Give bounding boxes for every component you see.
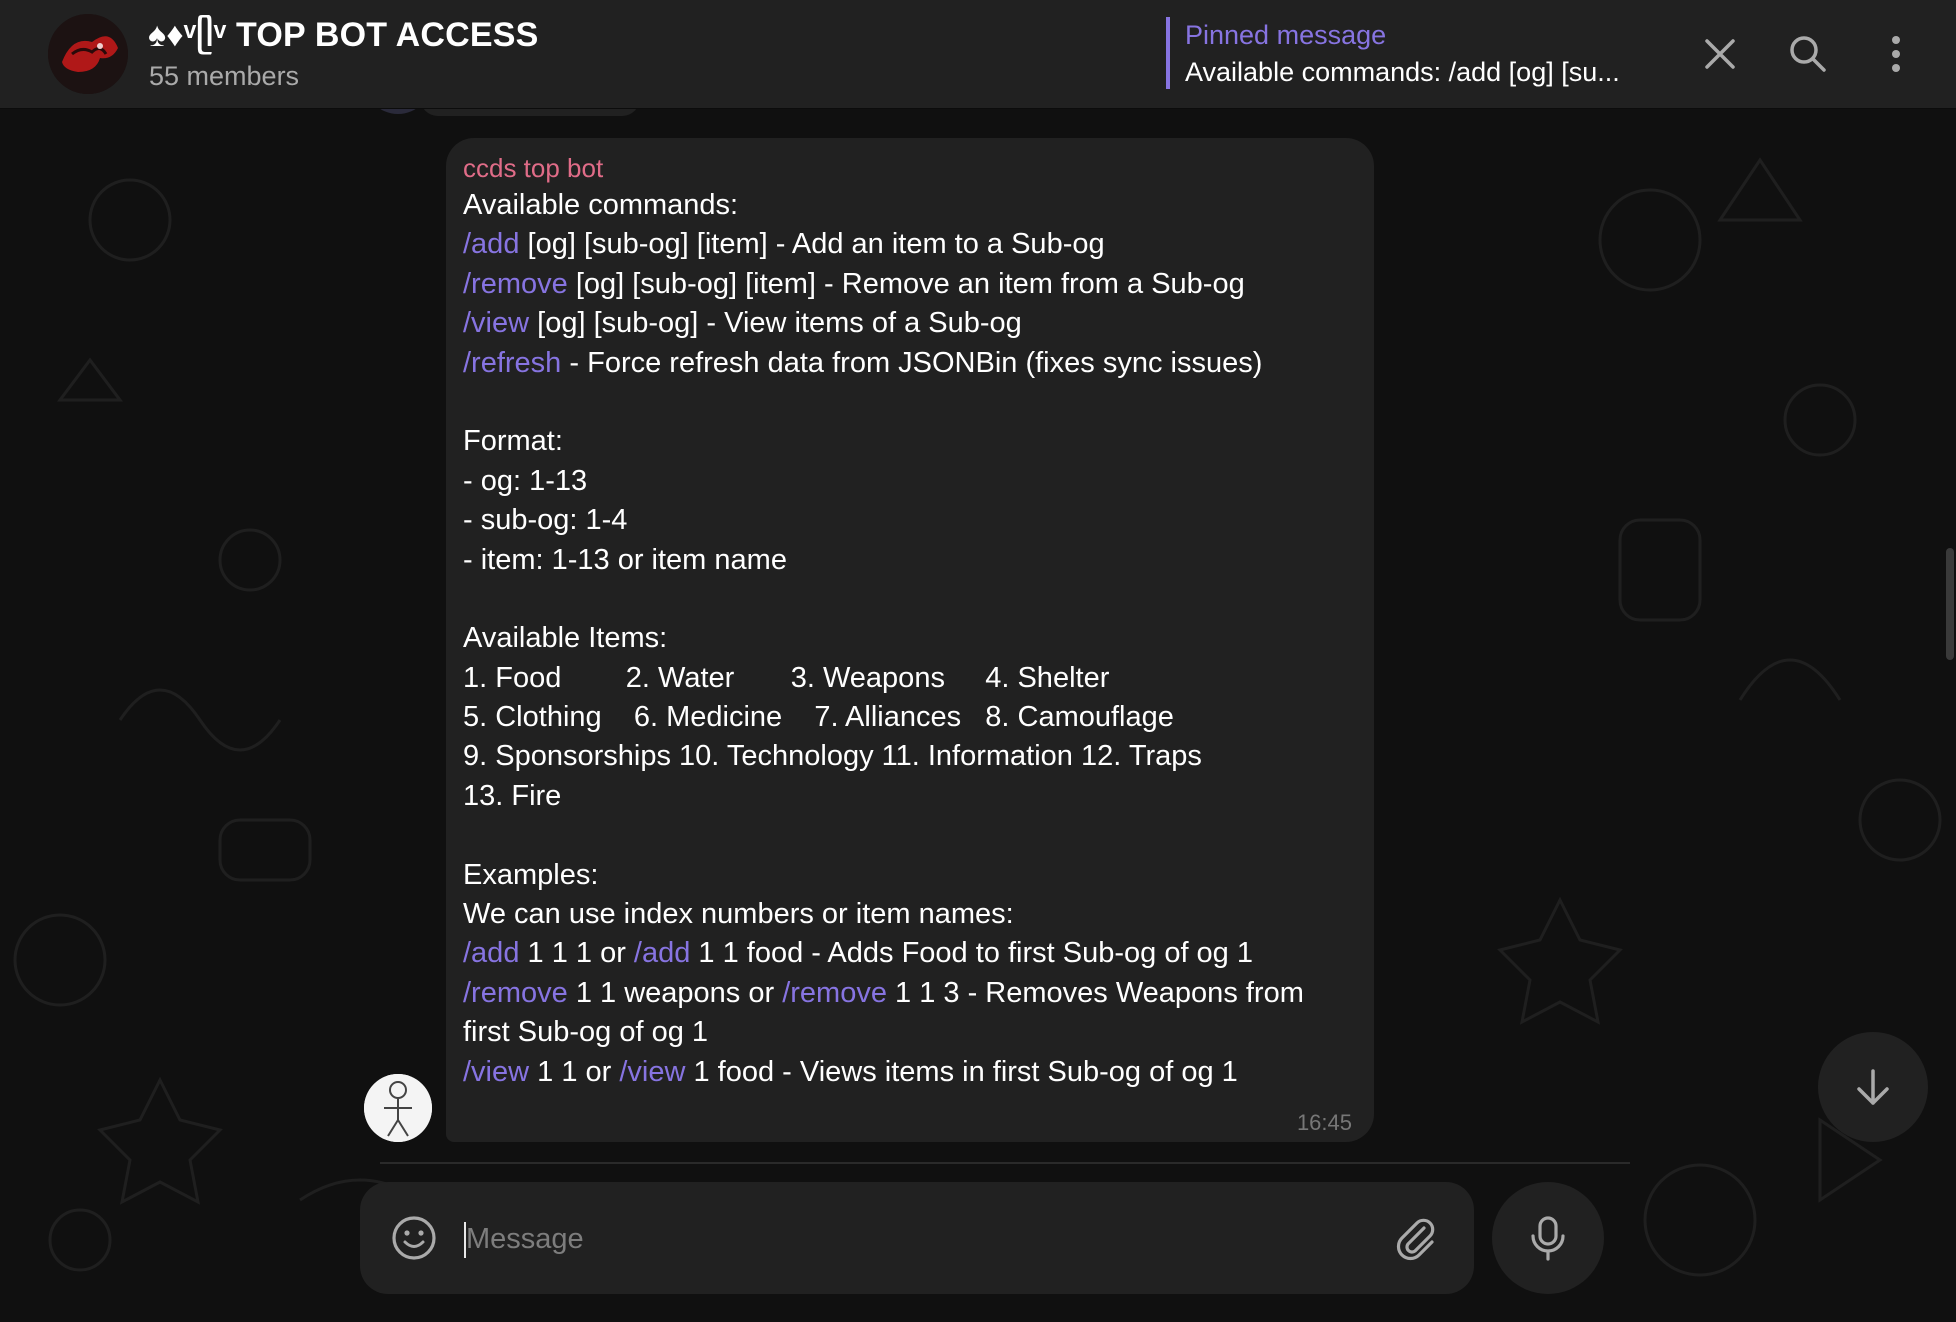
more-options-button[interactable] [1870, 28, 1922, 80]
message-line: 5. Clothing 6. Medicine 7. Alliances 8. … [463, 698, 1358, 737]
message-text-segment: 1. Food 2. Water 3. Weapons 4. Shelter [463, 661, 1110, 694]
group-avatar[interactable] [48, 14, 128, 94]
pinned-text: Available commands: /add [og] [su... [1185, 57, 1620, 87]
voice-record-button[interactable] [1492, 1182, 1604, 1294]
message-text-segment: 1 1 3 - Removes Weapons from [886, 976, 1304, 1009]
search-icon [1790, 36, 1826, 72]
message-text-segment: 9. Sponsorships 10. Technology 11. Infor… [463, 740, 1202, 773]
separator [380, 1162, 1630, 1164]
message-input[interactable] [464, 1210, 1328, 1268]
bot-command-link[interactable]: /view [619, 1056, 685, 1088]
message-text-segment: [og] [sub-og] [item] - Add an item to a … [519, 228, 1105, 261]
bot-command-link[interactable]: /refresh [463, 347, 561, 379]
bot-command-link[interactable]: /view [463, 1056, 529, 1088]
attach-button[interactable] [1390, 1212, 1442, 1264]
message-text-segment: 5. Clothing 6. Medicine 7. Alliances 8. … [463, 701, 1174, 734]
message-bubble[interactable]: ccds top bot Available commands: /add [og… [446, 138, 1374, 1142]
message-line: - sub-og: 1-4 [463, 501, 1358, 540]
message-line: 13. Fire [463, 777, 1358, 816]
message-line [463, 383, 1358, 422]
more-vertical-icon [1892, 36, 1900, 72]
message-line: /remove 1 1 weapons or /remove 1 1 3 - R… [463, 974, 1358, 1013]
search-button[interactable] [1782, 28, 1834, 80]
message-line: - og: 1-13 [463, 462, 1358, 501]
message-text-segment: 1 1 weapons or [567, 976, 783, 1009]
message-line: Examples: [463, 856, 1358, 895]
message-line: Available commands: [463, 186, 1358, 225]
pinned-message[interactable]: Pinned message Available commands: /add … [1166, 17, 1685, 89]
pinned-label: Pinned message [1185, 20, 1387, 50]
message-line: /view [og] [sub-og] - View items of a Su… [463, 304, 1358, 343]
message-text-segment: - Force refresh data from JSONBin (fixes… [561, 346, 1263, 379]
message-text-segment: 1 1 1 or [519, 937, 634, 970]
scroll-to-bottom-button[interactable] [1818, 1032, 1928, 1142]
text-caret [464, 1222, 466, 1258]
message-text-segment: - og: 1-13 [463, 464, 588, 497]
scrollbar[interactable] [1946, 548, 1954, 660]
message-time: 16:45 [1296, 1110, 1352, 1135]
message-text-segment: Available Items: [463, 622, 668, 655]
message-line: Available Items: [463, 619, 1358, 658]
message-text: Available commands: /add [og] [sub-og] [i… [463, 186, 1358, 1092]
bot-command-link[interactable]: /add [463, 228, 519, 260]
message-line: - item: 1-13 or item name [463, 541, 1358, 580]
message-line: 9. Sponsorships 10. Technology 11. Infor… [463, 737, 1358, 776]
message-line: /add 1 1 1 or /add 1 1 food - Adds Food … [463, 934, 1358, 973]
message-line: 1. Food 2. Water 3. Weapons 4. Shelter [463, 659, 1358, 698]
sender-name[interactable]: ccds top bot [463, 152, 1358, 184]
message-line [463, 580, 1358, 619]
message-composer [360, 1182, 1474, 1294]
bot-command-link[interactable]: /remove [782, 977, 887, 1009]
message-text-segment: 1 1 or [529, 1055, 620, 1088]
message-line: /remove [og] [sub-og] [item] - Remove an… [463, 265, 1358, 304]
sender-avatar[interactable] [364, 1074, 432, 1142]
message-line: first Sub-og of og 1 [463, 1013, 1358, 1052]
bot-command-link[interactable]: /remove [463, 977, 568, 1009]
chat-header: ♠♦ᵛᥫᵛ TOP BOT ACCESS 55 members Pinned m… [0, 0, 1956, 109]
bot-command-link[interactable]: /add [634, 937, 690, 969]
message-text-segment: 1 1 food - Adds Food to first Sub-og of … [690, 937, 1254, 970]
message-text-segment: [og] [sub-og] - View items of a Sub-og [529, 307, 1022, 340]
message-text-segment: - sub-og: 1-4 [463, 504, 628, 537]
message-line: /add [og] [sub-og] [item] - Add an item … [463, 225, 1358, 264]
message-text-segment: - item: 1-13 or item name [463, 543, 787, 576]
bot-command-link[interactable]: /add [463, 937, 519, 969]
member-count: 55 members [149, 61, 300, 91]
message-text-segment: Examples: [463, 858, 599, 891]
bot-command-link[interactable]: /view [463, 307, 529, 339]
message-line: We can use index numbers or item names: [463, 895, 1358, 934]
close-pinned-button[interactable] [1694, 28, 1746, 80]
message-line [463, 816, 1358, 855]
message-text-segment: Available commands: [463, 189, 739, 221]
bot-command-link[interactable]: /remove [463, 268, 568, 300]
message-line: /refresh - Force refresh data from JSONB… [463, 344, 1358, 383]
message-text-segment: We can use index numbers or item names: [463, 898, 1014, 931]
emoji-button[interactable] [388, 1212, 440, 1264]
message-text-segment: 1 food - Views items in first Sub-og of … [685, 1055, 1238, 1088]
message-text-segment: first Sub-og of og 1 [463, 1016, 709, 1049]
microphone-icon [1531, 1216, 1565, 1261]
arrow-down-icon [1857, 1069, 1889, 1105]
paperclip-icon [1396, 1218, 1435, 1261]
message-line: /view 1 1 or /view 1 food - Views items … [463, 1053, 1358, 1092]
message-text-segment: Format: [463, 425, 563, 458]
chat-title[interactable]: ♠♦ᵛᥫᵛ TOP BOT ACCESS [148, 16, 539, 55]
message-line: Format: [463, 422, 1358, 461]
close-icon [1705, 39, 1735, 69]
emoji-icon [392, 1216, 436, 1260]
message-text-segment: 13. Fire [463, 779, 562, 812]
message-text-segment: [og] [sub-og] [item] - Remove an item fr… [567, 267, 1245, 300]
